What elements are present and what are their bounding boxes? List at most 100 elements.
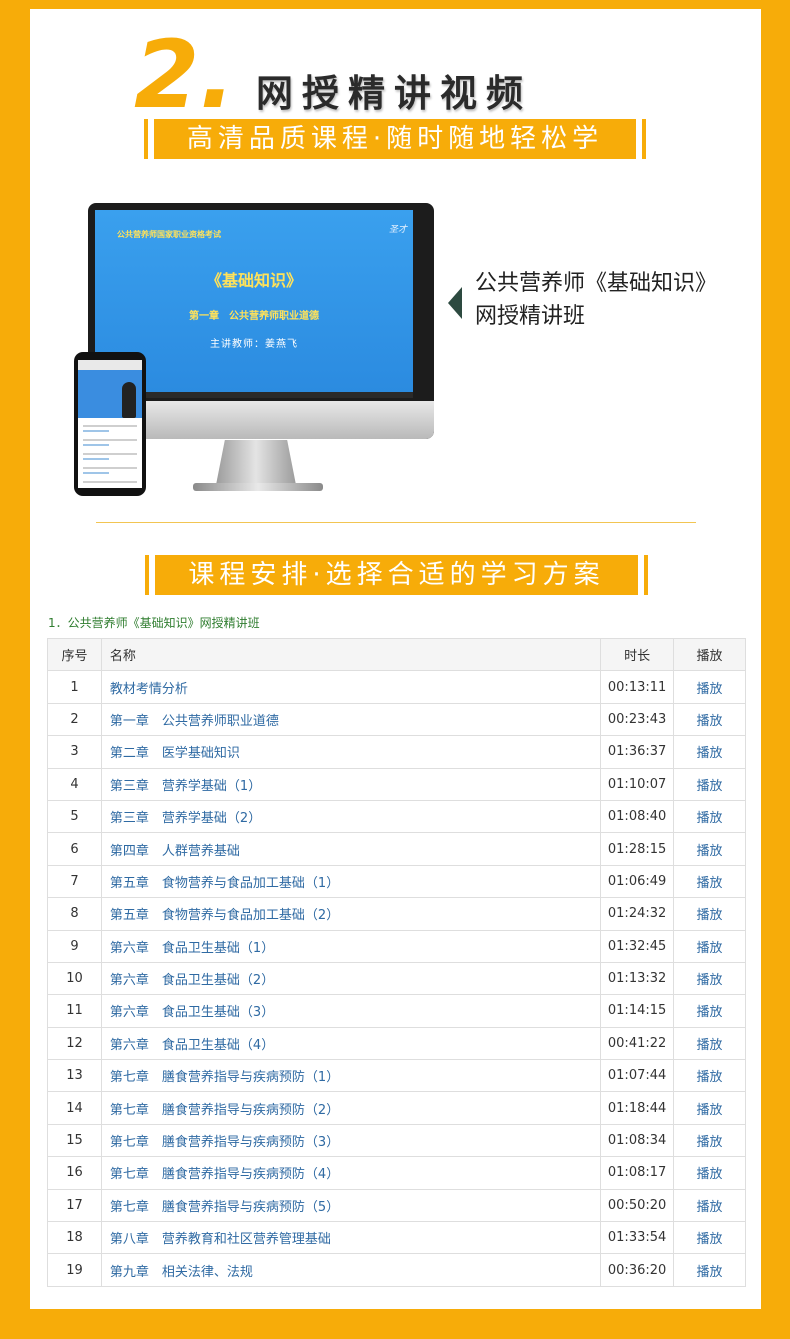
teacher-figure	[122, 382, 136, 418]
lesson-duration: 01:13:32	[600, 961, 675, 996]
product-description: 公共营养师《基础知识》 网授精讲班	[475, 267, 717, 333]
play-link[interactable]: 播放	[673, 994, 746, 1028]
lesson-duration: 00:36:20	[600, 1253, 675, 1287]
lesson-duration: 01:24:32	[600, 897, 675, 931]
play-link[interactable]: 播放	[673, 1221, 746, 1255]
play-link[interactable]: 播放	[673, 799, 746, 834]
pointer-arrow-icon	[448, 287, 462, 319]
lesson-name[interactable]: 第六章 食品卫生基础（2）	[100, 961, 602, 996]
header-number: 序号	[47, 637, 102, 672]
table-row: 8 第五章 食物营养与食品加工基础（2） 01:24:32 播放	[47, 897, 746, 931]
banner-bar-left	[145, 555, 149, 595]
phone-image	[74, 352, 146, 496]
table-row: 17 第七章 膳食营养指导与疾病预防（5） 00:50:20 播放	[47, 1188, 746, 1223]
row-number: 6	[47, 832, 102, 866]
lesson-name[interactable]: 第七章 膳食营养指导与疾病预防（5）	[100, 1188, 602, 1223]
play-link[interactable]: 播放	[673, 929, 746, 963]
lesson-name[interactable]: 第一章 公共营养师职业道德	[100, 702, 602, 737]
banner-bar-right	[644, 555, 648, 595]
row-number: 3	[47, 735, 102, 769]
play-link[interactable]: 播放	[673, 735, 746, 769]
lesson-name[interactable]: 第五章 食物营养与食品加工基础（1）	[100, 864, 602, 899]
play-link[interactable]: 播放	[673, 1188, 746, 1223]
play-link[interactable]: 播放	[673, 767, 746, 801]
table-row: 13 第七章 膳食营养指导与疾病预防（1） 01:07:44 播放	[47, 1059, 746, 1093]
table-row: 9 第六章 食品卫生基础（1） 01:32:45 播放	[47, 929, 746, 963]
section-divider	[96, 522, 696, 523]
lesson-duration: 01:06:49	[600, 864, 675, 899]
phone-video	[78, 370, 142, 418]
table-row: 6 第四章 人群营养基础 01:28:15 播放	[47, 832, 746, 866]
product-type: 网授精讲班	[475, 304, 586, 329]
header-play: 播放	[673, 637, 746, 672]
row-number: 4	[47, 767, 102, 801]
play-link[interactable]: 播放	[673, 1156, 746, 1190]
svg-text:2.: 2.	[134, 27, 235, 117]
header-duration: 时长	[600, 637, 675, 672]
table-row: 14 第七章 膳食营养指导与疾病预防（2） 01:18:44 播放	[47, 1091, 746, 1125]
lesson-name[interactable]: 第七章 膳食营养指导与疾病预防（4）	[100, 1156, 602, 1190]
play-link[interactable]: 播放	[673, 864, 746, 899]
lesson-name[interactable]: 第二章 医学基础知识	[100, 735, 602, 769]
table-row: 4 第三章 营养学基础（1） 01:10:07 播放	[47, 767, 746, 801]
lesson-name[interactable]: 第四章 人群营养基础	[100, 832, 602, 866]
play-link[interactable]: 播放	[673, 1253, 746, 1287]
schedule-banner-text: 课程安排·选择合适的学习方案	[188, 560, 605, 590]
play-link[interactable]: 播放	[673, 1026, 746, 1061]
lesson-name[interactable]: 第三章 营养学基础（1）	[100, 767, 602, 801]
play-link[interactable]: 播放	[673, 702, 746, 737]
lesson-name[interactable]: 第五章 食物营养与食品加工基础（2）	[100, 897, 602, 931]
play-link[interactable]: 播放	[673, 897, 746, 931]
lesson-name[interactable]: 第七章 膳食营养指导与疾病预防（1）	[100, 1059, 602, 1093]
product-name: 公共营养师《基础知识》	[475, 271, 718, 296]
row-number: 12	[47, 1026, 102, 1061]
lesson-name[interactable]: 第六章 食品卫生基础（1）	[100, 929, 602, 963]
table-body: 1 教材考情分析 00:13:11 播放 2 第一章 公共营养师职业道德 00:23:43 播…	[47, 670, 746, 1287]
page-title: 网授精讲视频	[256, 72, 532, 115]
lesson-name[interactable]: 第七章 膳食营养指导与疾病预防（2）	[100, 1091, 602, 1125]
banner-bar-right	[642, 119, 646, 159]
row-number: 17	[47, 1188, 102, 1223]
content-card: 2. 网授精讲视频 高清品质课程·随时随地轻松学 公共营养师国家职业资格考试 圣…	[30, 9, 761, 1309]
lesson-name[interactable]: 第三章 营养学基础（2）	[100, 799, 602, 834]
lesson-duration: 01:10:07	[600, 767, 675, 801]
table-row: 10 第六章 食品卫生基础（2） 01:13:32 播放	[47, 961, 746, 996]
phone-list-line	[83, 453, 137, 455]
phone-list-line	[83, 458, 109, 460]
table-row: 7 第五章 食物营养与食品加工基础（1） 01:06:49 播放	[47, 864, 746, 899]
lesson-duration: 01:08:17	[600, 1156, 675, 1190]
lesson-name[interactable]: 第九章 相关法律、法规	[100, 1253, 602, 1287]
lesson-name[interactable]: 教材考情分析	[100, 670, 602, 704]
play-link[interactable]: 播放	[673, 832, 746, 866]
schedule-banner: 课程安排·选择合适的学习方案	[145, 555, 648, 595]
phone-list-line	[83, 472, 109, 474]
table-header-row: 序号 名称 时长 播放	[47, 637, 746, 672]
row-number: 19	[47, 1253, 102, 1287]
play-link[interactable]: 播放	[673, 1123, 746, 1158]
phone-screen	[78, 360, 142, 488]
lesson-duration: 01:08:40	[600, 799, 675, 834]
table-row: 11 第六章 食品卫生基础（3） 01:14:15 播放	[47, 994, 746, 1028]
lesson-duration: 01:07:44	[600, 1059, 675, 1093]
play-link[interactable]: 播放	[673, 670, 746, 704]
play-link[interactable]: 播放	[673, 1091, 746, 1125]
lesson-duration: 01:32:45	[600, 929, 675, 963]
row-number: 10	[47, 961, 102, 996]
play-link[interactable]: 播放	[673, 961, 746, 996]
lesson-name[interactable]: 第六章 食品卫生基础（4）	[100, 1026, 602, 1061]
screen-teacher: 主讲教师：姜燕飞	[210, 339, 298, 350]
lesson-duration: 01:18:44	[600, 1091, 675, 1125]
phone-list-line	[83, 439, 137, 441]
row-number: 11	[47, 994, 102, 1028]
lesson-name[interactable]: 第八章 营养教育和社区营养管理基础	[100, 1221, 602, 1255]
table-row: 15 第七章 膳食营养指导与疾病预防（3） 01:08:34 播放	[47, 1123, 746, 1158]
row-number: 7	[47, 864, 102, 899]
lesson-duration: 01:33:54	[600, 1221, 675, 1255]
quality-banner-text: 高清品质课程·随时随地轻松学	[186, 124, 604, 154]
play-link[interactable]: 播放	[673, 1059, 746, 1093]
lesson-name[interactable]: 第七章 膳食营养指导与疾病预防（3）	[100, 1123, 602, 1158]
row-number: 8	[47, 897, 102, 931]
lesson-name[interactable]: 第六章 食品卫生基础（3）	[100, 994, 602, 1028]
quality-banner: 高清品质课程·随时随地轻松学	[144, 119, 646, 159]
header-name: 名称	[100, 637, 602, 672]
